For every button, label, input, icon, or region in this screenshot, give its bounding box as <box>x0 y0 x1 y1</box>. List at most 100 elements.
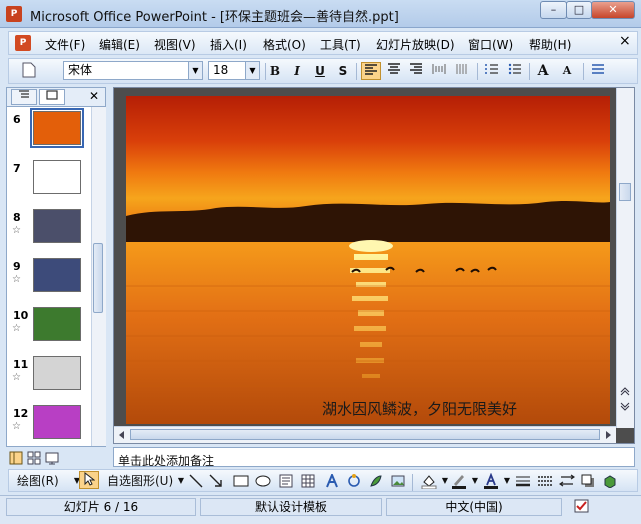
line-icon[interactable] <box>189 474 203 488</box>
next-slide-icon[interactable] <box>620 402 630 412</box>
menu-tools[interactable]: 工具(T) <box>320 36 361 53</box>
design-template-status[interactable]: 默认设计模板 <box>200 498 382 516</box>
3d-style-icon[interactable] <box>603 474 617 488</box>
editor-horizontal-scrollbar[interactable] <box>114 426 616 443</box>
scroll-right-icon[interactable] <box>603 430 613 440</box>
slide-design-button[interactable] <box>589 62 607 80</box>
slide-thumbnail-row[interactable]: 10 ☆ <box>7 307 91 352</box>
animation-star-icon: ☆ <box>12 372 21 383</box>
slide-thumbnail-row[interactable]: 8 ☆ <box>7 209 91 254</box>
new-document-icon[interactable] <box>21 62 37 80</box>
oval-icon[interactable] <box>255 474 271 488</box>
numbering-button[interactable] <box>483 62 501 80</box>
insert-table-icon[interactable] <box>301 474 315 488</box>
language-status: 中文(中国) <box>386 498 562 516</box>
justify-button[interactable] <box>430 62 448 80</box>
close-document-icon[interactable]: × <box>619 33 631 49</box>
bold-button[interactable]: B <box>267 62 283 80</box>
arrow-style-icon[interactable] <box>559 474 575 488</box>
chevron-down-icon[interactable]: ▼ <box>245 62 259 79</box>
menu-view[interactable]: 视图(V) <box>154 36 196 53</box>
menu-file[interactable]: 文件(F) <box>45 36 85 53</box>
vertical-text-button[interactable] <box>453 62 471 80</box>
slide-thumbnail[interactable] <box>33 405 81 439</box>
close-button[interactable]: ✕ <box>591 1 635 19</box>
notes-pane[interactable]: 单击此处添加备注 <box>113 447 635 467</box>
formatting-toolbar: 宋体 ▼ 18 ▼ B I U S A A <box>8 58 638 84</box>
menu-window[interactable]: 窗口(W) <box>468 36 513 53</box>
shadow-style-icon[interactable] <box>581 474 595 488</box>
slide-thumbnail[interactable] <box>33 307 81 341</box>
menu-insert[interactable]: 插入(I) <box>210 36 247 53</box>
line-style-icon[interactable] <box>515 474 531 488</box>
normal-view-icon[interactable] <box>9 451 23 465</box>
menu-help[interactable]: 帮助(H) <box>529 36 571 53</box>
wordart-icon[interactable] <box>325 474 339 488</box>
slide-thumbnail[interactable] <box>33 209 81 243</box>
align-right-button[interactable] <box>407 62 425 80</box>
horizontal-scrollbar-thumb[interactable] <box>130 429 600 440</box>
select-objects-button[interactable] <box>79 471 99 489</box>
slide-thumbnail[interactable] <box>33 160 81 194</box>
autoshapes-menu-button[interactable]: 自选图形(U) <box>107 472 173 490</box>
menu-format[interactable]: 格式(O) <box>263 36 306 53</box>
spelling-check-icon[interactable] <box>574 499 592 515</box>
close-pane-icon[interactable]: ✕ <box>89 89 99 103</box>
draw-menu-button[interactable]: 绘图(R) <box>17 472 59 490</box>
previous-slide-icon[interactable] <box>620 386 630 396</box>
slide-thumbnail[interactable] <box>30 108 84 148</box>
dash-style-icon[interactable] <box>537 474 553 488</box>
document-menu-icon[interactable]: P <box>15 35 31 51</box>
scroll-left-icon[interactable] <box>117 430 127 440</box>
menu-edit[interactable]: 编辑(E) <box>99 36 140 53</box>
slide-thumbnail-row[interactable]: 11 ☆ <box>7 356 91 401</box>
shadow-button[interactable]: S <box>335 62 351 80</box>
chevron-down-icon[interactable]: ▼ <box>499 472 515 490</box>
chevron-down-icon[interactable]: ▼ <box>188 62 202 79</box>
editor-vertical-scrollbar[interactable] <box>616 88 634 428</box>
font-color-icon[interactable] <box>483 473 499 489</box>
font-name-select[interactable]: 宋体 ▼ <box>63 61 203 80</box>
diagram-icon[interactable] <box>347 474 361 488</box>
increase-font-size-button[interactable]: A <box>535 62 551 80</box>
bullets-button[interactable] <box>506 62 524 80</box>
align-center-button[interactable] <box>385 62 403 80</box>
slide-thumbnail[interactable] <box>33 356 81 390</box>
chevron-down-icon[interactable]: ▼ <box>467 472 483 490</box>
current-slide[interactable]: 湖水因风鳞波，夕阳无限美好 <box>126 96 610 424</box>
clip-art-icon[interactable] <box>369 474 383 488</box>
text-box-icon[interactable] <box>279 474 293 488</box>
font-size-select[interactable]: 18 ▼ <box>208 61 260 80</box>
slide-thumbnail-row[interactable]: 7 <box>7 160 91 205</box>
chevron-down-icon[interactable]: ▼ <box>173 472 189 490</box>
vertical-scrollbar-thumb[interactable] <box>619 183 631 201</box>
thumbnails-scrollbar-thumb[interactable] <box>93 243 103 313</box>
pointer-icon <box>84 471 96 486</box>
design-icon <box>592 64 604 74</box>
menu-slideshow[interactable]: 幻灯片放映(D) <box>376 36 455 53</box>
slide-thumbnail-row[interactable]: 12 ☆ <box>7 405 91 450</box>
line-color-icon[interactable] <box>451 473 467 489</box>
slide-sorter-view-icon[interactable] <box>27 451 41 465</box>
slide-caption[interactable]: 湖水因风鳞波，夕阳无限美好 <box>322 398 517 419</box>
tab-outline[interactable] <box>11 89 37 105</box>
align-left-button[interactable] <box>361 62 381 80</box>
animation-star-icon: ☆ <box>12 421 21 432</box>
slide-thumbnail-row[interactable]: 6 <box>7 108 91 156</box>
powerpoint-app-icon[interactable]: P <box>6 6 22 22</box>
tab-slides[interactable] <box>39 89 65 105</box>
view-buttons <box>6 449 106 467</box>
fill-color-icon[interactable] <box>421 473 437 489</box>
slide-thumbnail-row[interactable]: 9 ☆ <box>7 258 91 303</box>
arrow-icon[interactable] <box>209 474 223 488</box>
italic-button[interactable]: I <box>289 62 305 80</box>
rectangle-icon[interactable] <box>233 474 249 488</box>
slideshow-view-icon[interactable] <box>45 451 59 465</box>
slide-thumbnail[interactable] <box>33 258 81 292</box>
insert-picture-icon[interactable] <box>391 474 405 488</box>
slide-number: 10 <box>13 309 29 322</box>
decrease-font-size-button[interactable]: A <box>559 62 575 80</box>
underline-button[interactable]: U <box>312 62 328 80</box>
minimize-button[interactable]: – <box>540 1 567 19</box>
maximize-button[interactable]: □ <box>566 1 592 19</box>
